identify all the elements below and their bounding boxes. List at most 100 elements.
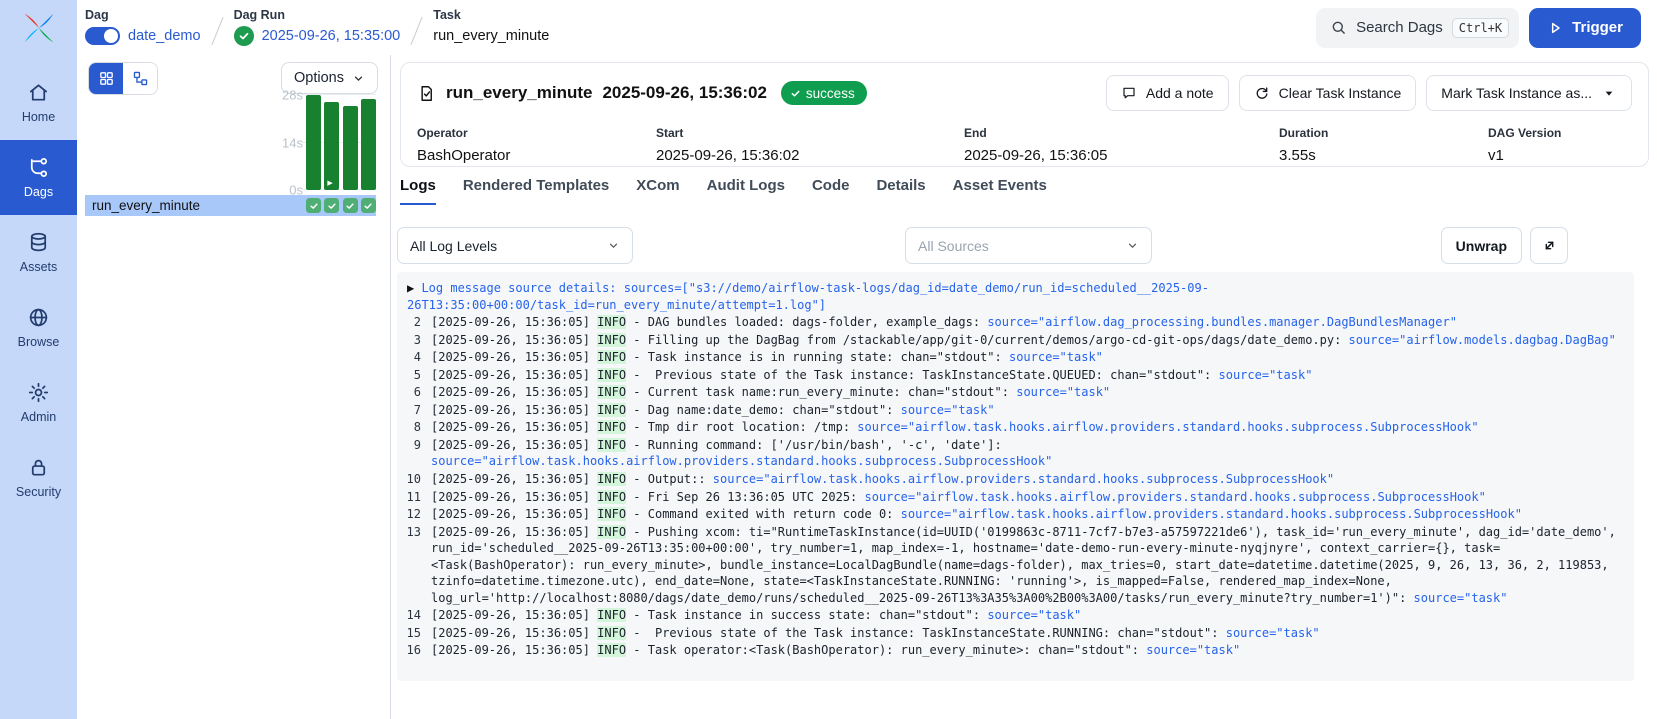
sidebar-item-label: Assets bbox=[20, 260, 58, 274]
pinwheel-icon bbox=[21, 10, 57, 46]
tab-details[interactable]: Details bbox=[876, 177, 925, 205]
dag-run-link[interactable]: 2025-09-26, 15:35:00 bbox=[262, 28, 401, 44]
graph-icon bbox=[132, 70, 149, 87]
log-source-link[interactable]: source="task" bbox=[1226, 626, 1320, 640]
sidebar-item-admin[interactable]: Admin bbox=[0, 365, 77, 440]
log-source-link[interactable]: source="task" bbox=[901, 403, 995, 417]
log-message: - Fri Sep 26 13:36:05 UTC 2025: bbox=[626, 490, 864, 504]
tab-code[interactable]: Code bbox=[812, 177, 850, 205]
add-note-button[interactable]: Add a note bbox=[1106, 75, 1229, 111]
task-row-run-every-minute[interactable]: run_every_minute bbox=[85, 195, 376, 216]
log-level-info: INFO bbox=[597, 403, 626, 417]
chevron-down-icon bbox=[352, 72, 365, 85]
log-source-link[interactable]: source="task" bbox=[1146, 643, 1240, 657]
graph-view-button[interactable] bbox=[123, 63, 157, 94]
log-line-text: [2025-09-26, 15:36:05] INFO - Task insta… bbox=[431, 607, 1624, 624]
log-line-8: 8[2025-09-26, 15:36:05] INFO - Tmp dir r… bbox=[401, 419, 1624, 436]
log-level-info: INFO bbox=[597, 438, 626, 452]
run-status-badge-success[interactable] bbox=[343, 198, 358, 213]
log-line-text: [2025-09-26, 15:36:05] INFO - Output:: s… bbox=[431, 471, 1624, 488]
clear-task-instance-button[interactable]: Clear Task Instance bbox=[1239, 75, 1417, 111]
meta-value: 3.55s bbox=[1279, 147, 1488, 164]
sidebar-item-security[interactable]: Security bbox=[0, 440, 77, 515]
log-level-info: INFO bbox=[597, 385, 626, 399]
collapse-arrow-icon[interactable]: ▶ bbox=[407, 281, 421, 295]
run-status-badge-success[interactable] bbox=[324, 198, 339, 213]
sidebar-item-label: Home bbox=[22, 110, 55, 124]
check-icon bbox=[790, 88, 801, 99]
sidebar-item-assets[interactable]: Assets bbox=[0, 215, 77, 290]
redo-icon bbox=[1254, 85, 1270, 101]
meta-label: End bbox=[964, 126, 1279, 140]
sidebar-item-browse[interactable]: Browse bbox=[0, 290, 77, 365]
home-icon bbox=[27, 81, 50, 104]
task-label: Task bbox=[433, 8, 549, 22]
tab-audit-logs[interactable]: Audit Logs bbox=[707, 177, 785, 205]
log-output-panel[interactable]: ▶ Log message source details: sources=["… bbox=[397, 272, 1634, 681]
log-message: - Dag name:date_demo: chan="stdout": bbox=[626, 403, 901, 417]
log-level-info: INFO bbox=[597, 420, 626, 434]
breadcrumb-dag: Dag date_demo bbox=[85, 8, 201, 47]
log-timestamp: [2025-09-26, 15:36:05] bbox=[431, 368, 597, 382]
log-source-details-line[interactable]: ▶ Log message source details: sources=["… bbox=[401, 280, 1624, 313]
log-source-link[interactable]: source="airflow.task.hooks.airflow.provi… bbox=[431, 454, 1052, 468]
log-source-link[interactable]: source="task" bbox=[987, 608, 1081, 622]
log-source-link[interactable]: source="task" bbox=[1016, 385, 1110, 399]
assets-icon bbox=[27, 231, 50, 254]
meta-value: 2025-09-26, 15:36:02 bbox=[656, 147, 964, 164]
sidebar-item-home[interactable]: Home bbox=[0, 65, 77, 140]
duration-bar-run-2[interactable]: ▶ bbox=[324, 102, 339, 190]
log-level-info: INFO bbox=[597, 643, 626, 657]
log-source-link[interactable]: source="airflow.task.hooks.airflow.provi… bbox=[857, 420, 1478, 434]
log-line-text: [2025-09-26, 15:36:05] INFO - DAG bundle… bbox=[431, 314, 1624, 331]
log-line-text: [2025-09-26, 15:36:05] INFO - Running co… bbox=[431, 437, 1624, 470]
log-line-14: 14[2025-09-26, 15:36:05] INFO - Task ins… bbox=[401, 607, 1624, 624]
log-source-link[interactable]: source="airflow.models.dagbag.DagBag" bbox=[1349, 333, 1616, 347]
tab-asset-events[interactable]: Asset Events bbox=[953, 177, 1047, 205]
tab-rendered-templates[interactable]: Rendered Templates bbox=[463, 177, 609, 205]
log-source-link[interactable]: source="task" bbox=[1009, 350, 1103, 364]
sidebar-item-dags[interactable]: Dags bbox=[0, 140, 77, 215]
duration-bar-run-4[interactable] bbox=[361, 99, 376, 190]
log-line-5: 5[2025-09-26, 15:36:05] INFO - Previous … bbox=[401, 367, 1624, 384]
trigger-button[interactable]: Trigger bbox=[1529, 8, 1641, 48]
log-line-text: [2025-09-26, 15:36:05] INFO - Previous s… bbox=[431, 367, 1624, 384]
fullscreen-button[interactable] bbox=[1530, 227, 1568, 264]
task-instance-icon bbox=[417, 83, 436, 104]
airflow-logo[interactable] bbox=[0, 0, 77, 55]
tab-xcom[interactable]: XCom bbox=[636, 177, 679, 205]
dag-pause-toggle[interactable] bbox=[85, 27, 120, 45]
dag-label: Dag bbox=[85, 8, 201, 22]
meta-value: v1 bbox=[1488, 147, 1561, 164]
log-line-number: 9 bbox=[401, 437, 431, 454]
log-source-link[interactable]: source="task" bbox=[1219, 368, 1313, 382]
search-dags-input[interactable]: Search Dags Ctrl+K bbox=[1316, 8, 1519, 48]
log-source-link[interactable]: source="airflow.dag_processing.bundles.m… bbox=[987, 315, 1457, 329]
unwrap-button[interactable]: Unwrap bbox=[1441, 227, 1522, 264]
sidebar-item-label: Security bbox=[16, 485, 61, 499]
tab-logs[interactable]: Logs bbox=[400, 177, 436, 205]
log-line-number: 6 bbox=[401, 384, 431, 401]
mark-task-instance-as-button[interactable]: Mark Task Instance as... bbox=[1426, 75, 1632, 111]
task-value: run_every_minute bbox=[433, 28, 549, 44]
run-success-icon bbox=[234, 26, 254, 46]
dag-link[interactable]: date_demo bbox=[128, 28, 201, 44]
search-icon bbox=[1330, 19, 1347, 36]
log-level-info: INFO bbox=[597, 368, 626, 382]
log-message: - Task instance is in running state: cha… bbox=[626, 350, 1009, 364]
log-source-link[interactable]: source="airflow.task.hooks.airflow.provi… bbox=[713, 472, 1334, 486]
run-status-badge-success[interactable] bbox=[306, 198, 321, 213]
duration-bar-run-3[interactable] bbox=[343, 106, 358, 190]
run-status-badge-success[interactable] bbox=[361, 198, 376, 213]
log-source-link[interactable]: source="airflow.task.hooks.airflow.provi… bbox=[865, 490, 1486, 504]
log-level-select[interactable]: All Log Levels bbox=[397, 227, 633, 264]
duration-bar-run-1[interactable] bbox=[306, 95, 321, 190]
grid-view-button[interactable] bbox=[89, 63, 123, 94]
browse-icon bbox=[27, 306, 50, 329]
log-line-11: 11[2025-09-26, 15:36:05] INFO - Fri Sep … bbox=[401, 489, 1624, 506]
log-source-link[interactable]: source="airflow.task.hooks.airflow.provi… bbox=[901, 507, 1522, 521]
log-source-link[interactable]: source="task" bbox=[1414, 591, 1508, 605]
log-line-9: 9[2025-09-26, 15:36:05] INFO - Running c… bbox=[401, 437, 1624, 470]
meta-label: Duration bbox=[1279, 126, 1488, 140]
log-source-select[interactable]: All Sources bbox=[905, 227, 1152, 264]
